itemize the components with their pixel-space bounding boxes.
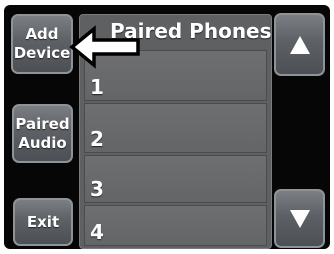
add-device-label-line2: Device [13,44,71,62]
list-item-number: 4 [90,220,104,244]
exit-button[interactable]: Exit [13,198,73,246]
scroll-down-button[interactable] [274,189,325,248]
add-device-label-line1: Add [25,25,59,43]
scroll-up-button[interactable] [274,13,325,76]
triangle-up-icon [289,35,310,54]
list-item-2[interactable]: 2 [84,103,267,153]
arrow-left-icon [69,25,140,69]
paired-audio-label-line2: Audio [18,133,67,152]
list-item-number: 1 [90,75,104,99]
list-item-4[interactable]: 4 [84,205,267,246]
list-item-number: 3 [90,177,104,201]
triangle-down-icon [289,209,310,228]
add-device-button[interactable]: Add Device [11,14,73,74]
list-item-number: 2 [90,127,104,151]
paired-audio-button[interactable]: Paired Audio [12,104,73,163]
list-item-3[interactable]: 3 [84,155,267,203]
exit-label: Exit [26,212,60,231]
phone-screen: Add Device Paired Audio Exit 1 2 3 4 Pai… [4,5,330,249]
paired-audio-label-line1: Paired [15,114,70,133]
